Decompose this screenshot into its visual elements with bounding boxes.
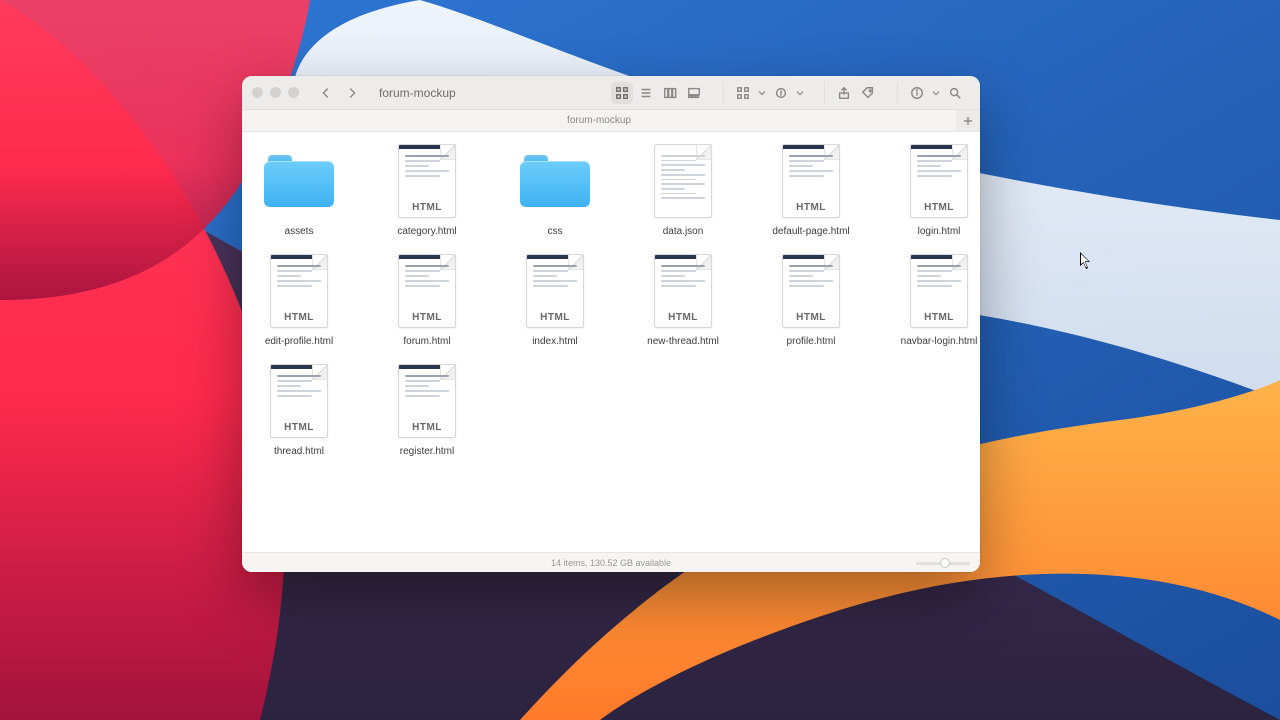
- minimize-button[interactable]: [270, 87, 281, 98]
- file-item[interactable]: HTML default-page.html: [762, 142, 860, 238]
- item-label: navbar-login.html: [901, 336, 978, 348]
- file-icon: HTML: [260, 252, 338, 330]
- list-view-button[interactable]: [635, 82, 657, 104]
- file-icon: HTML: [388, 142, 466, 220]
- file-icon: HTML: [644, 252, 722, 330]
- item-label: login.html: [918, 226, 961, 238]
- desktop: forum-mockup: [0, 0, 1280, 720]
- file-grid-area[interactable]: assets HTML category.html css data.json HTML d…: [242, 132, 980, 552]
- finder-window: forum-mockup: [242, 76, 980, 572]
- icon-size-slider[interactable]: [916, 557, 970, 569]
- item-label: index.html: [532, 336, 578, 348]
- tab-current[interactable]: forum-mockup: [242, 110, 956, 131]
- item-label: assets: [285, 226, 314, 238]
- tag-button[interactable]: [857, 82, 879, 104]
- titlebar: forum-mockup: [242, 76, 980, 110]
- item-label: new-thread.html: [647, 336, 719, 348]
- folder-item[interactable]: css: [506, 142, 604, 238]
- file-icon: HTML: [516, 252, 594, 330]
- file-item[interactable]: HTML edit-profile.html: [250, 252, 348, 348]
- item-label: edit-profile.html: [265, 336, 333, 348]
- file-item[interactable]: HTML new-thread.html: [634, 252, 732, 348]
- info-button[interactable]: [906, 82, 928, 104]
- file-icon: HTML: [772, 252, 850, 330]
- item-label: register.html: [400, 446, 454, 458]
- tab-bar: forum-mockup: [242, 110, 980, 132]
- gallery-view-button[interactable]: [683, 82, 705, 104]
- window-controls: [252, 87, 299, 98]
- status-text: 14 items, 130.52 GB available: [551, 558, 671, 568]
- item-label: default-page.html: [772, 226, 849, 238]
- item-label: profile.html: [787, 336, 836, 348]
- item-label: category.html: [397, 226, 456, 238]
- file-icon: HTML: [388, 252, 466, 330]
- close-button[interactable]: [252, 87, 263, 98]
- file-icon: HTML: [772, 142, 850, 220]
- file-item[interactable]: data.json: [634, 142, 732, 238]
- view-switcher: [607, 82, 709, 104]
- chevron-down-icon[interactable]: [756, 82, 768, 104]
- folder-icon: [516, 142, 594, 220]
- item-label: thread.html: [274, 446, 324, 458]
- file-icon: HTML: [388, 362, 466, 440]
- action-menu-button[interactable]: [770, 82, 792, 104]
- folder-item[interactable]: assets: [250, 142, 348, 238]
- file-item[interactable]: HTML index.html: [506, 252, 604, 348]
- window-title: forum-mockup: [379, 86, 456, 100]
- back-button[interactable]: [315, 82, 337, 104]
- file-item[interactable]: HTML navbar-login.html: [890, 252, 980, 348]
- group-by-button[interactable]: [732, 82, 754, 104]
- chevron-down-icon[interactable]: [794, 82, 806, 104]
- file-item[interactable]: HTML forum.html: [378, 252, 476, 348]
- forward-button[interactable]: [341, 82, 363, 104]
- item-label: forum.html: [403, 336, 450, 348]
- column-view-button[interactable]: [659, 82, 681, 104]
- file-icon: [644, 142, 722, 220]
- file-icon: HTML: [260, 362, 338, 440]
- file-icon: HTML: [900, 252, 978, 330]
- status-bar: 14 items, 130.52 GB available: [242, 552, 980, 572]
- new-tab-button[interactable]: [956, 110, 980, 131]
- file-item[interactable]: HTML category.html: [378, 142, 476, 238]
- file-item[interactable]: HTML thread.html: [250, 362, 348, 458]
- share-button[interactable]: [833, 82, 855, 104]
- icon-view-button[interactable]: [611, 82, 633, 104]
- folder-icon: [260, 142, 338, 220]
- file-item[interactable]: HTML profile.html: [762, 252, 860, 348]
- file-item[interactable]: HTML login.html: [890, 142, 980, 238]
- item-label: data.json: [663, 226, 704, 238]
- search-button[interactable]: [944, 82, 966, 104]
- file-icon: HTML: [900, 142, 978, 220]
- zoom-button[interactable]: [288, 87, 299, 98]
- item-label: css: [548, 226, 563, 238]
- chevron-down-icon[interactable]: [930, 82, 942, 104]
- file-item[interactable]: HTML register.html: [378, 362, 476, 458]
